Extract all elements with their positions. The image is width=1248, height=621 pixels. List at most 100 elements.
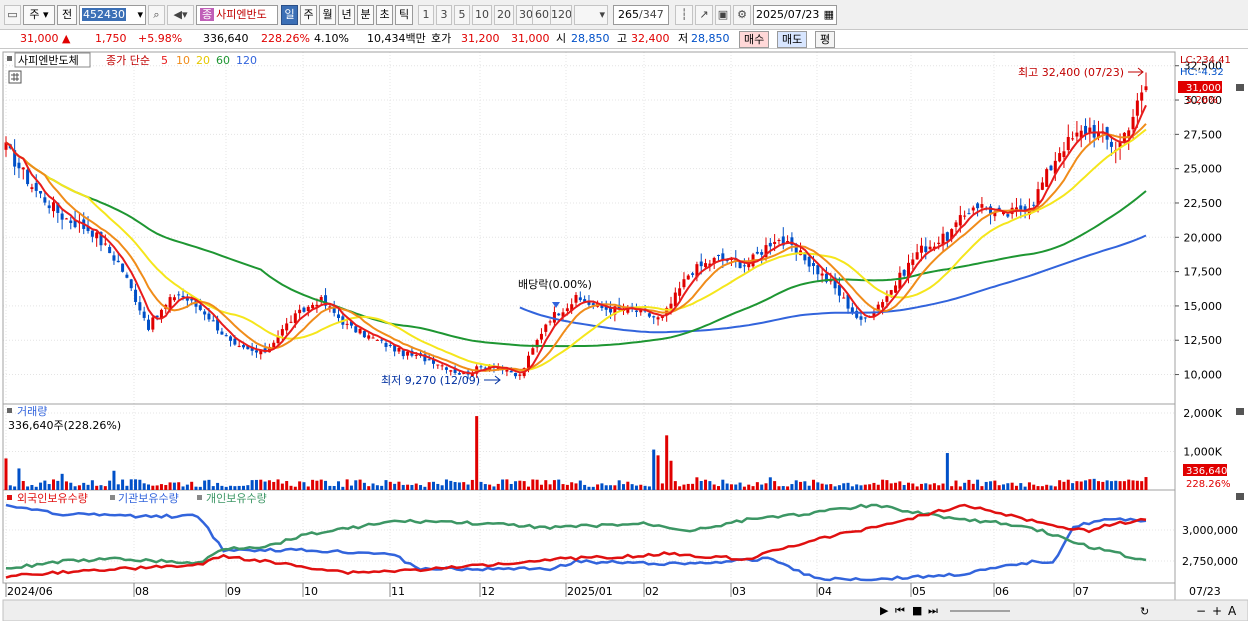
scroll-right-icon[interactable]: ▶ bbox=[880, 604, 889, 617]
code-input[interactable]: 452430 ▾ bbox=[79, 5, 146, 25]
interval-dropdown[interactable]: ▾ bbox=[574, 5, 608, 25]
candle-body bbox=[345, 323, 349, 325]
stop-icon[interactable]: ■ bbox=[912, 604, 922, 617]
volume-bar bbox=[509, 483, 513, 490]
quote-high: 32,400 bbox=[631, 32, 670, 45]
volume-bar bbox=[505, 479, 509, 490]
volume-bar bbox=[108, 480, 112, 490]
x-tick-label: 03 bbox=[732, 585, 746, 598]
candle-body bbox=[151, 317, 155, 330]
holdings-panel-close-icon[interactable] bbox=[1236, 493, 1244, 500]
panel-handle-icon[interactable] bbox=[7, 56, 12, 61]
interval-60[interactable]: 60 bbox=[532, 5, 552, 25]
candle-body bbox=[967, 213, 971, 215]
zoom-out-icon[interactable]: − bbox=[1196, 604, 1206, 618]
volume-bar bbox=[691, 483, 695, 490]
period-tab-week[interactable]: 주 bbox=[300, 5, 317, 25]
candle-body bbox=[95, 232, 99, 239]
volume-bar bbox=[1071, 483, 1075, 490]
scroll-bar[interactable] bbox=[2, 599, 1248, 621]
volume-bar bbox=[1105, 480, 1109, 490]
scroll-first-icon[interactable]: ⏮ bbox=[895, 604, 905, 617]
grid-toggle-icon[interactable] bbox=[8, 70, 22, 84]
candle-body bbox=[1071, 138, 1075, 140]
scroll-last-icon[interactable]: ⏭ bbox=[928, 604, 938, 617]
volume-bar bbox=[380, 485, 384, 490]
period-tab-year[interactable]: 년 bbox=[338, 5, 355, 25]
candle-body bbox=[427, 359, 431, 361]
volume-bar bbox=[21, 481, 25, 490]
volume-bar bbox=[457, 482, 461, 490]
calendar-icon[interactable]: ▦ bbox=[824, 6, 834, 24]
last-pct-label: 5.26% bbox=[1186, 95, 1218, 106]
interval-3[interactable]: 3 bbox=[436, 5, 452, 25]
interval-1[interactable]: 1 bbox=[418, 5, 434, 25]
settings-icon[interactable]: ⚙ bbox=[733, 5, 751, 25]
period-tab-day[interactable]: 일 bbox=[281, 5, 298, 25]
stock-name-field[interactable]: 종 사피엔반도 bbox=[196, 5, 278, 25]
volume-bar bbox=[479, 481, 483, 490]
candle-body bbox=[147, 319, 150, 330]
volume-bar bbox=[1040, 486, 1044, 490]
reset-icon[interactable]: ↻ bbox=[1140, 605, 1149, 618]
volume-bar bbox=[673, 481, 677, 490]
interval-20[interactable]: 20 bbox=[494, 5, 514, 25]
period-tab-month[interactable]: 월 bbox=[319, 5, 336, 25]
volume-bar bbox=[527, 486, 530, 490]
candle-body bbox=[691, 273, 695, 275]
sell-button[interactable]: 매도 bbox=[777, 31, 808, 48]
price-tick-label: 22,500 bbox=[1184, 197, 1223, 210]
candle-body bbox=[963, 215, 967, 217]
eval-button[interactable]: 평 bbox=[815, 31, 836, 48]
interval-120[interactable]: 120 bbox=[550, 5, 572, 25]
volume-bar bbox=[850, 486, 854, 490]
volume-bar bbox=[466, 484, 470, 490]
price-panel-collapse-icon[interactable] bbox=[1236, 84, 1244, 91]
search-icon[interactable]: ⌕ bbox=[148, 5, 165, 25]
volume-bar bbox=[570, 482, 574, 490]
volume-bar bbox=[1006, 483, 1010, 490]
price-tick-label: 17,500 bbox=[1184, 266, 1223, 279]
volume-bar bbox=[967, 479, 971, 490]
buy-button[interactable]: 매수 bbox=[739, 31, 770, 48]
volume-bar bbox=[164, 485, 168, 490]
quote-open-label: 시 bbox=[556, 32, 567, 45]
date-field[interactable]: 2025/07/23 ▦ bbox=[753, 5, 837, 25]
volume-bar bbox=[1002, 484, 1005, 490]
volume-handle-icon[interactable] bbox=[7, 408, 12, 413]
x-tick-label: 2025/01 bbox=[567, 585, 613, 598]
volume-bar bbox=[319, 479, 323, 490]
candle-body bbox=[26, 169, 30, 185]
save-icon[interactable]: ▣ bbox=[715, 5, 731, 25]
volume-bar bbox=[34, 486, 38, 490]
font-size-icon[interactable]: A bbox=[1228, 604, 1237, 618]
candle-body bbox=[919, 245, 923, 253]
interval-10[interactable]: 10 bbox=[472, 5, 492, 25]
volume-label: 336,640주(228.26%) bbox=[8, 419, 121, 432]
market-select[interactable]: 주 ▾ bbox=[23, 5, 55, 25]
volume-bar bbox=[492, 486, 496, 490]
count-field[interactable]: 265/347 bbox=[613, 5, 669, 25]
volume-bar bbox=[682, 484, 686, 490]
volume-bar bbox=[924, 483, 928, 490]
volume-bar bbox=[1053, 486, 1057, 490]
volume-panel-close-icon[interactable] bbox=[1236, 408, 1244, 415]
prev-button[interactable]: 전 bbox=[57, 5, 77, 25]
volume-bar bbox=[354, 480, 358, 490]
zoom-in-icon[interactable]: + bbox=[1212, 604, 1222, 618]
interval-5[interactable]: 5 bbox=[454, 5, 470, 25]
annotation-high: 최고 32,400 (07/23) bbox=[1018, 66, 1124, 79]
volume-bar bbox=[647, 486, 651, 490]
candle-body bbox=[574, 294, 578, 303]
x-tick-label: 07/23 bbox=[1189, 585, 1221, 598]
period-tab-second[interactable]: 초 bbox=[376, 5, 393, 25]
speaker-icon[interactable]: ◀▾ bbox=[167, 5, 194, 25]
period-tab-tick[interactable]: 틱 bbox=[395, 5, 413, 25]
candle-body bbox=[449, 370, 453, 372]
draw-icon[interactable]: ↗ bbox=[695, 5, 713, 25]
period-tab-minute[interactable]: 분 bbox=[357, 5, 374, 25]
chart-title: 사피엔반도체 bbox=[18, 54, 79, 67]
candle-icon[interactable]: ┆ bbox=[675, 5, 693, 25]
layout-icon[interactable]: ▭ bbox=[4, 5, 21, 25]
code-dropdown-icon[interactable]: ▾ bbox=[137, 6, 143, 24]
